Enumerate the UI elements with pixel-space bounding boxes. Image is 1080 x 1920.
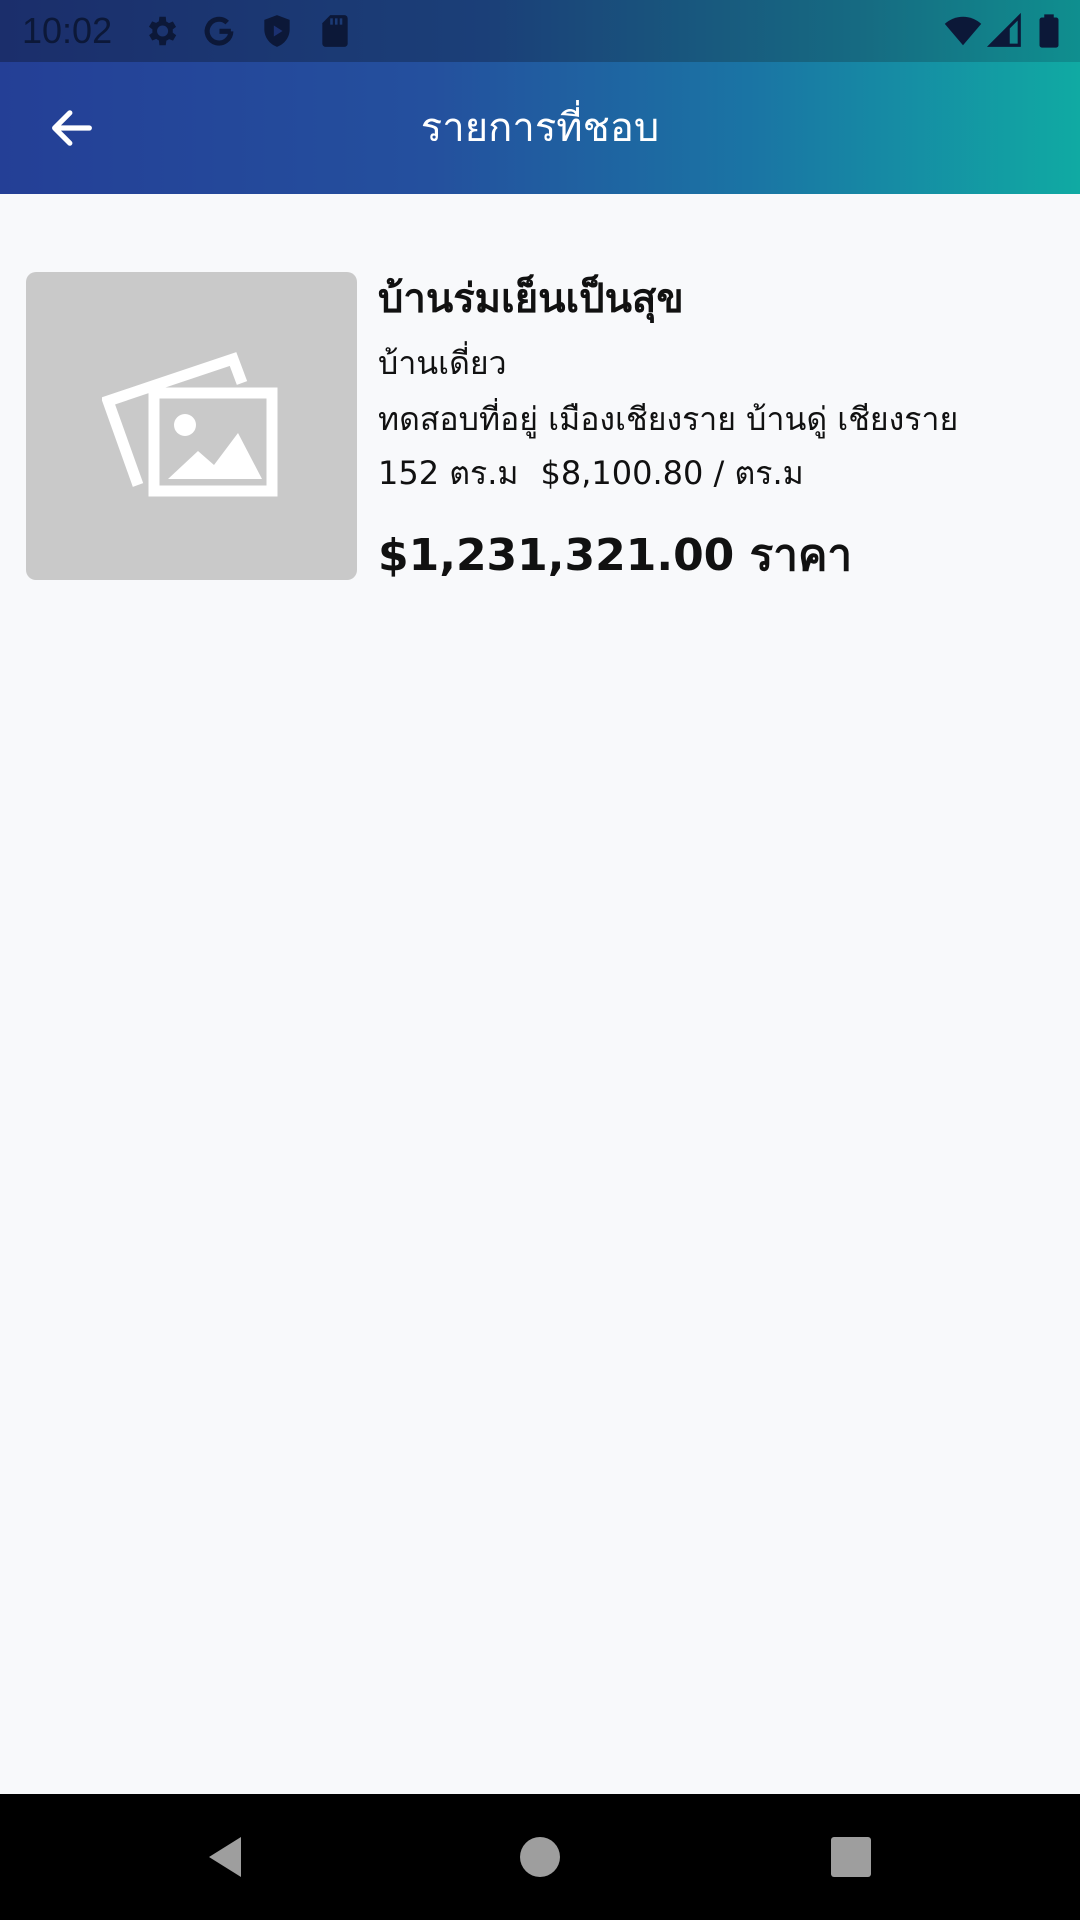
nav-back-button[interactable] [192, 1824, 258, 1890]
play-protect-icon [264, 15, 290, 47]
google-icon [204, 16, 234, 46]
home-circle-icon [520, 1837, 560, 1877]
image-placeholder-icon [101, 352, 277, 497]
favorite-list-item[interactable]: บ้านร่มเย็นเป็นสุข บ้านเดี่ยว ทดสอบที่อย… [26, 272, 1054, 582]
back-triangle-icon [209, 1837, 241, 1877]
status-bar: 10:02 [0, 0, 1080, 62]
battery-icon [1039, 14, 1059, 48]
property-meta: 152 ตร.ม $8,100.80 / ตร.ม [378, 452, 826, 494]
property-area: 152 ตร.ม [378, 454, 519, 492]
system-nav-bar [0, 1794, 1080, 1920]
app-bar: รายการที่ชอบ [0, 62, 1080, 194]
status-time: 10:02 [22, 10, 113, 51]
property-price: $1,231,321.00 ราคา [378, 530, 853, 581]
page-title: รายการที่ชอบ [420, 105, 660, 151]
signal-icon [986, 12, 1021, 47]
arrow-back-icon [52, 110, 92, 146]
nav-home-button[interactable] [507, 1824, 573, 1890]
property-type: บ้านเดี่ยว [378, 344, 507, 382]
recents-square-icon [831, 1837, 871, 1877]
wifi-icon [944, 16, 982, 46]
property-name: บ้านร่มเย็นเป็นสุข [378, 276, 684, 322]
property-address: ทดสอบที่อยู่ เมืองเชียงราย บ้านดู่ เชียง… [378, 400, 959, 438]
sd-card-icon [322, 15, 348, 47]
settings-icon [148, 16, 177, 46]
property-thumbnail [26, 272, 357, 580]
price-per-sqm: $8,100.80 / ตร.ม [540, 454, 804, 492]
back-button[interactable] [38, 94, 106, 162]
nav-recents-button[interactable] [818, 1824, 884, 1890]
